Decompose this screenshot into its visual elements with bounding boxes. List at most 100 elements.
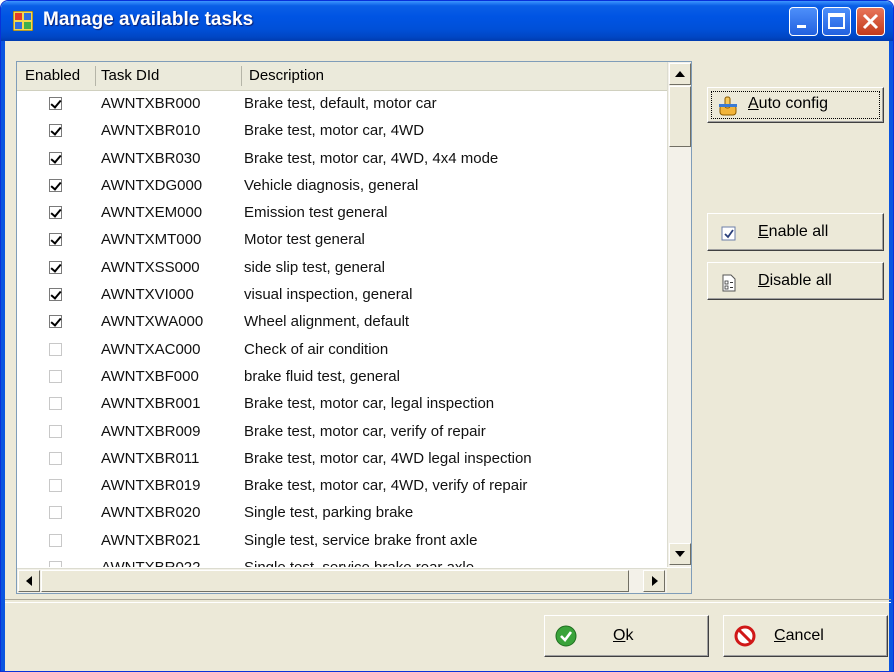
cancel-label-rest: ancel [785,627,824,644]
enabled-checkbox[interactable] [49,397,62,411]
description-cell: Vehicle diagnosis, general [244,176,419,194]
table-row[interactable]: AWNTXMT000 Motor test general [17,227,667,254]
enabled-checkbox[interactable] [49,533,62,547]
checkbox-icon [721,226,736,241]
column-header-task-id[interactable]: Task DId [101,62,159,90]
table-row[interactable]: AWNTXBR022 Single test, service brake rea… [17,555,667,567]
vertical-scroll-thumb[interactable] [669,86,691,147]
enabled-checkbox[interactable] [49,479,62,493]
task-id-cell: AWNTXBR021 [101,531,201,549]
horizontal-scrollbar[interactable] [17,568,667,593]
table-row[interactable]: AWNTXBR030 Brake test, motor car, 4WD, 4x… [17,146,667,173]
maximize-icon [828,13,845,29]
scroll-up-button[interactable] [669,63,691,85]
document-icon [722,274,736,292]
enabled-checkbox[interactable] [49,288,62,302]
maximize-button[interactable] [822,7,851,36]
table-row[interactable]: AWNTXDG000 Vehicle diagnosis, general [17,173,667,200]
mnemonic-c: C [774,627,786,644]
enabled-checkbox[interactable] [49,315,62,329]
enabled-checkbox[interactable] [49,561,62,567]
task-id-cell: AWNTXVI000 [101,286,194,304]
manage-tasks-window: Manage available tasks Enabled Task DId … [0,0,894,672]
tasks-grid[interactable]: Enabled Task DId Description AWNTXBR000 B… [16,61,692,594]
table-row[interactable]: AWNTXBF000 brake fluid test, general [17,364,667,391]
enabled-checkbox[interactable] [49,233,62,247]
description-cell: brake fluid test, general [244,367,400,385]
window-frame-left [1,41,5,671]
minimize-icon [797,25,806,28]
cancel-label: Cancel [774,627,824,645]
enabled-checkbox[interactable] [49,206,62,220]
horizontal-scroll-thumb[interactable] [41,570,629,592]
arrow-up-icon [675,71,685,77]
enable-all-label-rest: nable all [768,223,829,240]
disable-all-label-rest: isable all [769,272,832,289]
table-row[interactable]: AWNTXBR000 Brake test, default, motor car [17,91,667,118]
task-id-cell: AWNTXDG000 [101,176,203,194]
grid-header: Enabled Task DId Description [17,62,667,91]
table-row[interactable]: AWNTXBR009 Brake test, motor car, verify … [17,419,667,446]
task-id-cell: AWNTXSS000 [101,258,200,276]
table-row[interactable]: AWNTXBR020 Single test, parking brake [17,500,667,527]
auto-config-label: Auto config [748,95,828,113]
table-row[interactable]: AWNTXWA000 Wheel alignment, default [17,309,667,336]
mnemonic-d: D [758,272,770,289]
scroll-left-button[interactable] [18,570,40,592]
enabled-checkbox[interactable] [49,451,62,465]
table-row[interactable]: AWNTXAC000 Check of air condition [17,337,667,364]
mnemonic-a: A [748,95,759,112]
enabled-checkbox[interactable] [49,506,62,520]
vertical-scrollbar[interactable] [667,62,691,567]
enabled-checkbox[interactable] [49,260,62,274]
minimize-button[interactable] [789,7,818,36]
ok-label: Ok [613,627,633,645]
column-separator[interactable] [241,66,242,86]
description-cell: Brake test, default, motor car [244,95,437,112]
table-row[interactable]: AWNTXEM000 Emission test general [17,200,667,227]
task-id-cell: AWNTXBR019 [101,477,201,495]
column-header-description[interactable]: Description [249,62,324,90]
task-id-cell: AWNTXWA000 [101,313,204,331]
auto-config-label-rest: uto config [758,95,829,112]
arrow-right-icon [652,576,658,586]
task-id-cell: AWNTXAC000 [101,340,201,358]
table-row[interactable]: AWNTXSS000 side slip test, general [17,255,667,282]
disable-all-button[interactable]: Disable all [707,262,884,300]
auto-config-button[interactable]: Auto config [707,87,884,123]
scroll-corner [667,568,691,593]
ok-button[interactable]: Ok [544,615,709,657]
enabled-checkbox[interactable] [49,424,62,438]
app-icon [13,11,33,31]
title-bar[interactable]: Manage available tasks [1,1,893,41]
cancel-button[interactable]: Cancel [723,615,888,657]
task-id-cell: AWNTXBR000 [101,95,201,112]
scroll-right-button[interactable] [643,570,665,592]
description-cell: Brake test, motor car, 4WD [244,122,425,140]
close-button[interactable] [856,7,885,36]
table-row[interactable]: AWNTXVI000 visual inspection, general [17,282,667,309]
task-id-cell: AWNTXEM000 [101,204,203,222]
table-row[interactable]: AWNTXBR019 Brake test, motor car, 4WD, ve… [17,473,667,500]
enabled-checkbox[interactable] [49,124,62,138]
enabled-checkbox[interactable] [49,178,62,192]
hand-icon [719,96,737,116]
check-circle-icon [555,625,577,647]
column-separator[interactable] [95,66,96,86]
enable-all-label: Enable all [758,223,828,241]
table-row[interactable]: AWNTXBR001 Brake test, motor car, legal i… [17,391,667,418]
description-cell: Single test, service brake rear axle [244,559,474,567]
enabled-checkbox[interactable] [49,97,62,110]
enabled-checkbox[interactable] [49,151,62,165]
description-cell: side slip test, general [244,258,385,276]
enabled-checkbox[interactable] [49,369,62,383]
scroll-down-button[interactable] [669,543,691,565]
table-row[interactable]: AWNTXBR011 Brake test, motor car, 4WD leg… [17,446,667,473]
table-row[interactable]: AWNTXBR010 Brake test, motor car, 4WD [17,118,667,145]
column-header-enabled[interactable]: Enabled [25,62,80,90]
task-id-cell: AWNTXBR030 [101,149,201,167]
enable-all-button[interactable]: Enable all [707,213,884,251]
task-id-cell: AWNTXBR010 [101,122,201,140]
table-row[interactable]: AWNTXBR021 Single test, service brake fro… [17,528,667,555]
enabled-checkbox[interactable] [49,342,62,356]
